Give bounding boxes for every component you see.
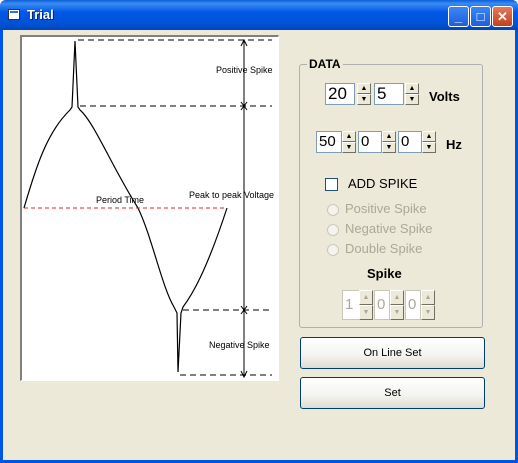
volts-whole-spinner[interactable]: ▲ ▼ <box>357 83 371 105</box>
hz-input-c[interactable]: 0 <box>398 131 422 153</box>
data-group-title: DATA <box>307 57 343 71</box>
spike-spinner-b[interactable]: ▲ ▼ <box>390 290 404 320</box>
window-title: Trial <box>27 7 54 22</box>
spin-up-icon[interactable]: ▲ <box>405 83 419 94</box>
period-time-label: Period Time <box>96 195 145 205</box>
hz-spinner-b[interactable]: ▲ ▼ <box>382 131 396 153</box>
set-button[interactable]: Set <box>300 377 485 409</box>
add-spike-checkbox[interactable] <box>325 178 338 191</box>
spin-down-icon[interactable]: ▼ <box>390 305 404 320</box>
hz-input-a[interactable]: 50 <box>316 131 342 153</box>
spin-down-icon[interactable]: ▼ <box>382 142 396 153</box>
spin-up-icon[interactable]: ▲ <box>342 131 356 142</box>
spin-up-icon[interactable]: ▲ <box>359 290 373 305</box>
hz-unit-label: Hz <box>446 137 462 152</box>
positive-spike-radio-label[interactable]: Positive Spike <box>345 201 427 216</box>
close-button[interactable]: ✕ <box>492 6 513 27</box>
volts-fraction-spinner[interactable]: ▲ ▼ <box>405 83 419 105</box>
spike-spinner-a[interactable]: ▲ ▼ <box>359 290 373 320</box>
negative-spike-radio-label[interactable]: Negative Spike <box>345 221 432 236</box>
positive-spike-label: Positive Spike <box>216 65 273 75</box>
spike-input-c[interactable]: 0 <box>405 290 421 320</box>
app-icon <box>8 9 20 20</box>
peak-to-peak-label: Peak to peak Voltage <box>189 190 275 200</box>
spin-down-icon[interactable]: ▼ <box>357 94 371 105</box>
spin-up-icon[interactable]: ▲ <box>421 290 435 305</box>
spin-up-icon[interactable]: ▲ <box>357 83 371 94</box>
spin-up-icon[interactable]: ▲ <box>422 131 436 142</box>
maximize-button[interactable]: □ <box>470 6 491 27</box>
spike-input-a[interactable]: 1 <box>342 290 360 320</box>
waveform-curve <box>23 40 228 373</box>
spin-up-icon[interactable]: ▲ <box>390 290 404 305</box>
spin-down-icon[interactable]: ▼ <box>405 94 419 105</box>
spike-title: Spike <box>367 266 402 281</box>
double-spike-radio-label[interactable]: Double Spike <box>345 241 422 256</box>
waveform-diagram: Positive Spike Period Time Peak to peak … <box>20 35 279 381</box>
negative-spike-radio[interactable] <box>327 224 339 236</box>
title-bar[interactable]: Trial _ □ ✕ <box>0 0 518 30</box>
double-spike-radio[interactable] <box>327 244 339 256</box>
hz-spinner-c[interactable]: ▲ ▼ <box>422 131 436 153</box>
waveform-svg <box>23 38 272 379</box>
volts-whole-input[interactable]: 20 <box>325 83 355 105</box>
hz-input-b[interactable]: 0 <box>358 131 382 153</box>
spin-down-icon[interactable]: ▼ <box>342 142 356 153</box>
spin-up-icon[interactable]: ▲ <box>382 131 396 142</box>
add-spike-label[interactable]: ADD SPIKE <box>348 176 417 191</box>
spin-down-icon[interactable]: ▼ <box>422 142 436 153</box>
spike-spinner-c[interactable]: ▲ ▼ <box>421 290 435 320</box>
positive-spike-radio[interactable] <box>327 204 339 216</box>
hz-spinner-a[interactable]: ▲ ▼ <box>342 131 356 153</box>
spike-input-b[interactable]: 0 <box>374 290 390 320</box>
volts-unit-label: Volts <box>429 89 460 104</box>
online-set-button[interactable]: On Line Set <box>300 337 485 369</box>
negative-spike-label: Negative Spike <box>209 340 270 350</box>
minimize-button[interactable]: _ <box>448 6 469 27</box>
volts-fraction-input[interactable]: 5 <box>374 83 404 105</box>
spin-down-icon[interactable]: ▼ <box>359 305 373 320</box>
spin-down-icon[interactable]: ▼ <box>421 305 435 320</box>
